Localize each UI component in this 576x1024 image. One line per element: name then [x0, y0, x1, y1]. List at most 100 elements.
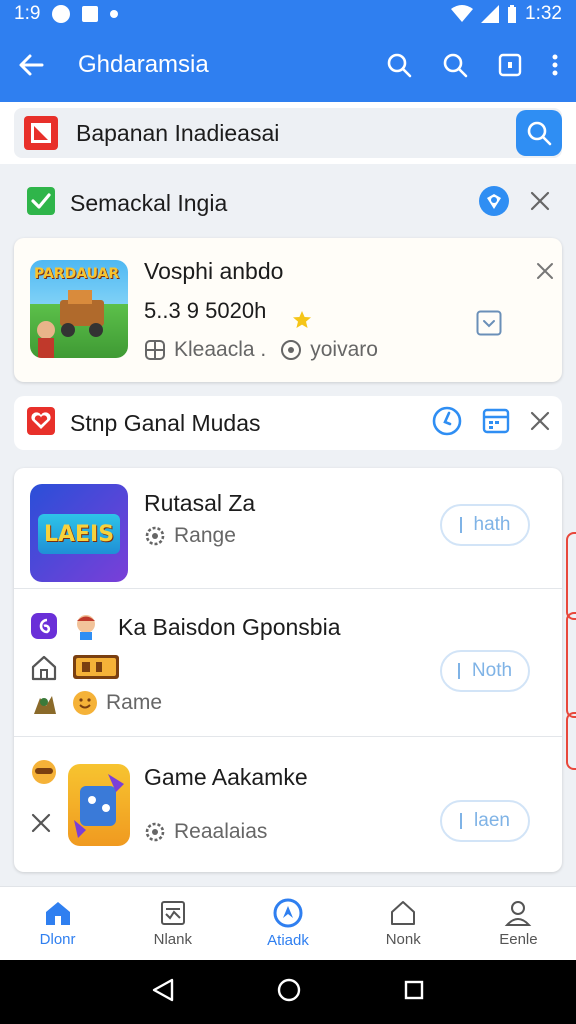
row-divider: [14, 588, 562, 589]
smiley-icon: [73, 691, 97, 715]
calendar-icon[interactable]: [482, 407, 510, 440]
news-icon: [160, 901, 185, 925]
game-card-featured[interactable]: PARDAUAR Vosphi anbdo 5..3 9 5020h Kleaa…: [14, 238, 562, 382]
grid-icon: [145, 340, 165, 360]
section-2-label: Stnp Ganal Mudas: [70, 409, 261, 436]
game-2-action-button[interactable]: Noth: [440, 650, 530, 692]
app-logo-icon: [24, 116, 58, 150]
row-divider: [14, 736, 562, 737]
game-2-title: Ka Baisdon Gponsbia: [118, 614, 341, 640]
game-2-meta: Rame: [106, 691, 163, 714]
game-list-card: LAEIS Rutasal Za Range hath Ka Baisdon G…: [14, 468, 562, 872]
side-drawer-handle[interactable]: [566, 612, 576, 718]
nav-library[interactable]: Nonk: [346, 887, 461, 960]
signal-icon: [481, 5, 500, 23]
side-drawer-handle[interactable]: [566, 532, 576, 620]
system-back-icon[interactable]: [152, 978, 174, 1007]
heart-badge-icon: [26, 406, 56, 441]
nav-explore-label: Atiadk: [267, 932, 309, 949]
nav-explore[interactable]: Atiadk: [230, 887, 345, 960]
notification-icon: [52, 5, 71, 23]
side-drawer-handle[interactable]: [566, 712, 576, 770]
purple-app-icon: [30, 612, 58, 645]
notification-dot-icon: [110, 10, 119, 18]
gear-icon: [145, 526, 165, 546]
game-1-action-button[interactable]: hath: [440, 504, 530, 546]
status-time-left: 1:9: [14, 3, 41, 24]
nav-news[interactable]: Nlank: [115, 887, 230, 960]
profile-icon: [505, 901, 532, 926]
notification-square-icon: [82, 6, 99, 22]
back-arrow-icon[interactable]: [18, 52, 44, 78]
chess-figure-icon: [30, 690, 58, 723]
bottom-navigation: Dlonr Nlank Atiadk Nonk Eenle: [0, 886, 576, 960]
pill-bar-icon: [457, 663, 460, 679]
nav-profile[interactable]: Eenle: [461, 887, 576, 960]
nav-news-label: Nlank: [153, 931, 192, 948]
nav-home-label: Dlonr: [39, 931, 76, 948]
pill-bar-icon: [460, 813, 463, 829]
game-thumbnail: PARDAUAR: [30, 260, 128, 358]
clock-icon[interactable]: [432, 406, 462, 441]
game-meta-2: yoivaro: [310, 338, 378, 361]
battery-icon: [508, 5, 517, 23]
game-3-action-button[interactable]: laen: [440, 800, 530, 842]
dismiss-icon[interactable]: [536, 262, 554, 285]
system-recents-icon[interactable]: [404, 980, 424, 1005]
game-2-action-label: Noth: [471, 660, 513, 681]
app-title: Ghdaramsia: [78, 51, 209, 78]
nav-profile-label: Eenle: [499, 931, 538, 948]
game-1-meta-row: Range: [144, 524, 236, 548]
search-box: [14, 108, 562, 158]
app-bar: Ghdaramsia: [0, 28, 576, 102]
close-icon[interactable]: [530, 191, 550, 216]
game-3-action-label: laen: [474, 810, 510, 831]
search-secondary-icon[interactable]: [442, 52, 468, 78]
search-submit-button[interactable]: [516, 110, 562, 156]
game-1-meta: Range: [174, 524, 236, 547]
game-3-meta-row: Reaalaias: [144, 820, 267, 844]
close-section-icon[interactable]: [530, 411, 550, 436]
nav-home[interactable]: Dlonr: [0, 887, 115, 960]
star-icon: [292, 310, 312, 335]
game-tile-icon: [72, 654, 120, 685]
system-home-icon[interactable]: [277, 978, 301, 1007]
system-navigation-bar: [0, 960, 576, 1024]
thumbnail-1-title: LAEIS: [43, 521, 115, 547]
game-2-meta-row: Rame: [72, 690, 162, 716]
gear-icon: [145, 822, 165, 842]
remove-icon[interactable]: [30, 812, 52, 839]
globe-icon: [281, 340, 302, 360]
explore-icon: [273, 898, 303, 928]
pill-bar-icon: [459, 517, 462, 533]
game-3-meta: Reaalaias: [174, 820, 268, 843]
search-icon[interactable]: [386, 52, 412, 78]
game-1-title: Rutasal Za: [144, 490, 256, 516]
game-3-title: Game Aakamke: [144, 764, 308, 790]
home-icon: [45, 902, 70, 925]
download-icon[interactable]: [476, 310, 502, 341]
house-outline-icon: [391, 901, 416, 925]
search-bar-container: [0, 102, 576, 164]
game-meta-row: Kleaacla . yoivaro: [144, 338, 378, 362]
section-1-label: Semackal Ingia: [70, 189, 228, 216]
checkbox-checked-icon[interactable]: [26, 186, 56, 221]
wifi-icon: [451, 5, 474, 22]
character-avatar-icon: [72, 612, 100, 645]
section-header-2: Stnp Ganal Mudas: [14, 396, 562, 450]
game-meta-1: Kleaacla .: [174, 338, 267, 361]
compass-icon[interactable]: [478, 185, 510, 222]
game-title: Vosphi anbdo: [144, 258, 284, 284]
section-header-1: Semackal Ingia: [14, 176, 562, 230]
bookmark-box-icon[interactable]: [498, 53, 522, 77]
game-1-action-label: hath: [473, 514, 511, 535]
mask-emoji-icon: [30, 758, 58, 791]
game-thumbnail-3: [68, 764, 130, 846]
nav-library-label: Nonk: [385, 931, 421, 948]
more-options-icon[interactable]: [552, 53, 558, 77]
status-time-right: 1:32: [525, 3, 562, 24]
home-outline-icon[interactable]: [30, 654, 58, 687]
search-input[interactable]: [76, 119, 496, 147]
game-rating-text: 5..3 9 5020h: [144, 298, 267, 323]
status-bar: 1:9 1:32: [0, 0, 576, 28]
